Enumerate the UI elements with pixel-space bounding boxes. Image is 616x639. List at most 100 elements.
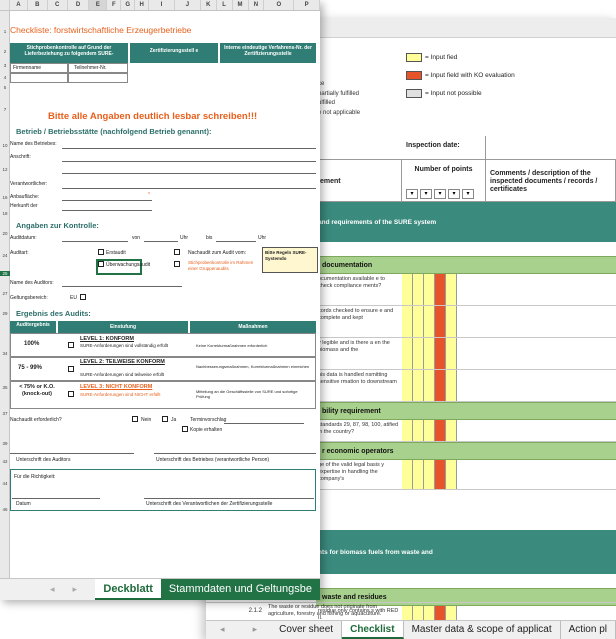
input-cell[interactable] <box>402 306 413 337</box>
input-line[interactable] <box>224 423 304 424</box>
comment-cell[interactable] <box>457 338 616 369</box>
comment-cell[interactable] <box>457 274 616 305</box>
input-cell[interactable] <box>413 420 424 441</box>
column-header[interactable]: J <box>175 0 201 10</box>
kopie-checkbox[interactable] <box>182 426 188 432</box>
filter-dropdown[interactable]: ▾ <box>462 189 474 199</box>
input-cell[interactable] <box>446 370 457 401</box>
ko-cell[interactable] <box>435 306 446 337</box>
prev-sheet-icon[interactable]: ◂ <box>50 584 55 600</box>
signature-line[interactable] <box>12 498 100 499</box>
input-cell[interactable] <box>424 338 435 369</box>
comment-cell[interactable] <box>457 420 616 441</box>
input-line[interactable] <box>144 241 178 242</box>
input-line[interactable] <box>62 200 152 201</box>
input-cell[interactable] <box>402 338 413 369</box>
comment-cell[interactable] <box>457 306 616 337</box>
input-cell[interactable] <box>402 420 413 441</box>
input-line[interactable] <box>62 241 128 242</box>
tab-cover-sheet[interactable]: Cover sheet <box>271 621 343 639</box>
input-cell[interactable] <box>424 420 435 441</box>
nachaudit-checkbox[interactable] <box>174 249 180 255</box>
column-header[interactable]: F <box>107 0 122 10</box>
column-header[interactable]: M <box>233 0 249 10</box>
signature-line[interactable] <box>144 498 314 499</box>
input-cell[interactable] <box>446 338 457 369</box>
requirement-text: cords checked to ensure e and complete a… <box>318 308 394 321</box>
ko-cell[interactable] <box>435 460 446 489</box>
input-cell[interactable] <box>402 460 413 489</box>
input-cell[interactable] <box>10 73 68 83</box>
result-header: Auditergebnis <box>10 321 56 333</box>
filter-dropdown[interactable]: ▾ <box>406 189 418 199</box>
input-line[interactable] <box>62 286 182 287</box>
ko-cell[interactable] <box>435 420 446 441</box>
filter-dropdown[interactable]: ▾ <box>448 189 460 199</box>
input-cell[interactable] <box>402 274 413 305</box>
filter-dropdown[interactable]: ▾ <box>420 189 432 199</box>
tab-stammdaten[interactable]: Stammdaten und Geltungsbe <box>160 579 320 600</box>
result-checkbox[interactable] <box>68 366 74 372</box>
column-header[interactable]: I <box>149 0 175 10</box>
ko-cell[interactable] <box>435 274 446 305</box>
result-checkbox[interactable] <box>68 391 74 397</box>
next-sheet-icon[interactable]: ▸ <box>73 584 78 600</box>
tab-master-data[interactable]: Master data & scope of applicat <box>404 621 561 639</box>
input-cell[interactable] <box>446 306 457 337</box>
input-line[interactable] <box>62 188 316 189</box>
nein-checkbox[interactable] <box>132 416 138 422</box>
input-cell[interactable] <box>413 460 424 489</box>
tab-action-plan[interactable]: Action pl <box>561 621 616 639</box>
input-line[interactable] <box>62 161 316 162</box>
input-cell[interactable] <box>424 460 435 489</box>
input-cell[interactable] <box>402 370 413 401</box>
eu-checkbox[interactable] <box>80 294 86 300</box>
input-line[interactable] <box>62 148 316 149</box>
input-cell[interactable] <box>68 73 128 83</box>
column-header[interactable]: N <box>249 0 265 10</box>
input-cell[interactable] <box>446 274 457 305</box>
comment-cell[interactable] <box>457 460 616 489</box>
column-header[interactable]: G <box>121 0 136 10</box>
input-cell[interactable] <box>413 370 424 401</box>
stichprobe-checkbox[interactable] <box>174 261 180 267</box>
comment-cell[interactable] <box>457 370 616 401</box>
input-line[interactable] <box>216 241 256 242</box>
input-line[interactable] <box>62 173 316 174</box>
input-cell[interactable] <box>413 306 424 337</box>
signature-line[interactable] <box>10 453 134 454</box>
row-number: 2.1.2 <box>248 608 262 614</box>
column-header[interactable]: H <box>135 0 150 10</box>
input-cell[interactable] <box>446 460 457 489</box>
tab-deckblatt[interactable]: Deckblatt <box>95 579 161 600</box>
field-label: Anbaufläche: <box>10 194 40 200</box>
column-header[interactable]: O <box>264 0 295 10</box>
input-cell[interactable] <box>446 420 457 441</box>
column-header[interactable]: P <box>294 0 320 10</box>
column-header[interactable]: D <box>68 0 90 10</box>
tab-checklist[interactable]: Checklist <box>342 621 404 639</box>
input-cell[interactable] <box>413 338 424 369</box>
column-header[interactable]: A <box>10 0 28 10</box>
next-sheet-icon[interactable]: ▸ <box>253 624 258 639</box>
erstaudit-checkbox[interactable] <box>98 249 104 255</box>
back-sheet-tabs: ◂ ▸ Cover sheet Checklist Master data & … <box>206 620 616 639</box>
prev-sheet-icon[interactable]: ◂ <box>220 624 225 639</box>
column-header[interactable]: B <box>28 0 48 10</box>
column-header[interactable]: C <box>48 0 68 10</box>
ja-checkbox[interactable] <box>162 416 168 422</box>
input-line[interactable] <box>62 210 152 211</box>
ko-cell[interactable] <box>435 370 446 401</box>
input-cell[interactable] <box>424 370 435 401</box>
input-cell[interactable] <box>424 274 435 305</box>
column-header[interactable]: L <box>217 0 233 10</box>
column-header[interactable]: E <box>89 0 108 10</box>
ko-cell[interactable] <box>435 338 446 369</box>
filter-dropdown[interactable]: ▾ <box>434 189 446 199</box>
input-cell[interactable] <box>424 306 435 337</box>
stichprobe-label: Stichprobenkontrolle im Rahmen einer Gru… <box>188 260 254 271</box>
column-header[interactable]: K <box>201 0 217 10</box>
result-checkbox[interactable] <box>68 342 74 348</box>
signature-line[interactable] <box>154 453 316 454</box>
input-cell[interactable] <box>413 274 424 305</box>
